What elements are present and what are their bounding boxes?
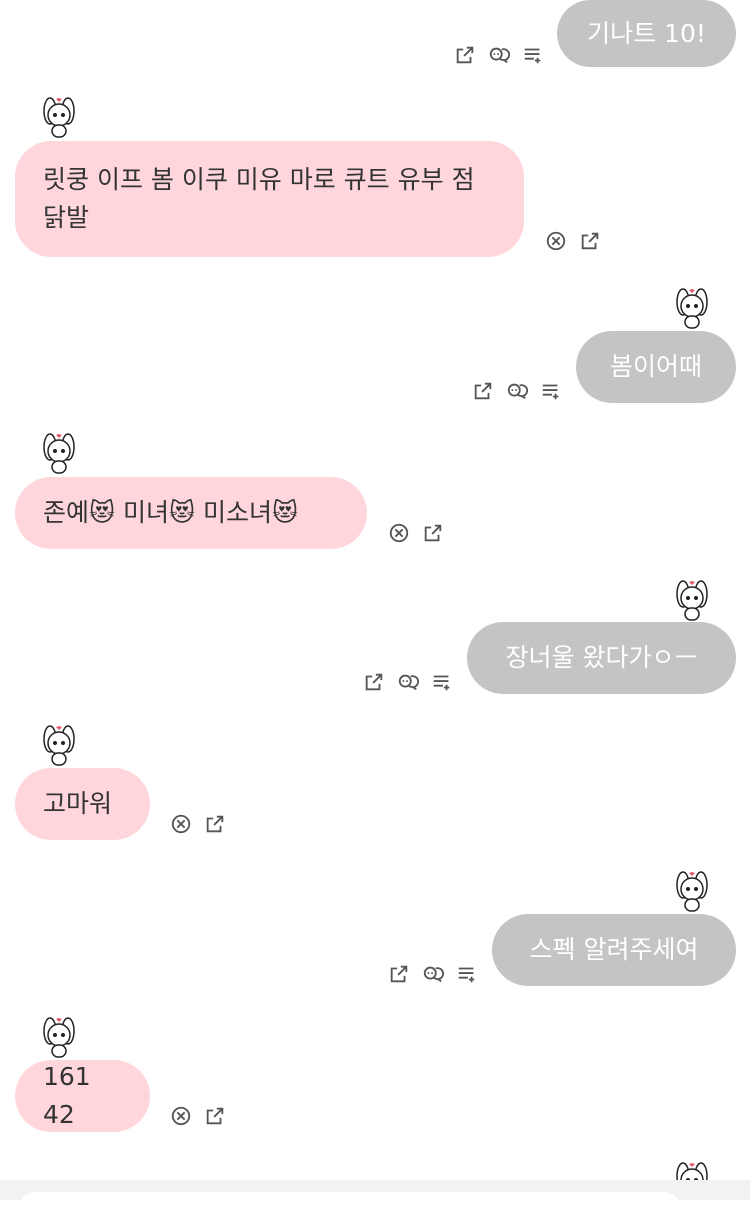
share-icon[interactable] <box>363 671 385 693</box>
bot-avatar <box>35 721 83 769</box>
user-message-bubble[interactable]: 장너울 왔다가ㅇㅡ <box>467 622 736 694</box>
bot-avatar <box>668 576 716 624</box>
bot-message-bubble[interactable]: 고마워 <box>15 768 150 840</box>
close-circle-icon[interactable] <box>388 522 410 544</box>
comment-icon[interactable] <box>397 671 419 693</box>
message-text: 161 42 <box>43 1062 91 1129</box>
add-to-list-icon[interactable] <box>431 671 453 693</box>
share-icon[interactable] <box>422 522 444 544</box>
message-text: 존예😻 미녀😻 미소녀😻 <box>43 498 299 527</box>
bot-message-bubble[interactable]: 161 42 <box>15 1060 150 1132</box>
add-to-list-icon[interactable] <box>456 963 478 985</box>
share-icon[interactable] <box>579 230 601 252</box>
add-to-list-icon[interactable] <box>540 380 562 402</box>
user-message-bubble[interactable]: 봄이어때 <box>576 331 736 403</box>
message-text: 스펙 알려주세여 <box>529 935 699 964</box>
share-icon[interactable] <box>454 44 476 66</box>
message-text: 장너울 왔다가ㅇㅡ <box>505 643 698 672</box>
close-circle-icon[interactable] <box>170 813 192 835</box>
bot-message-actions <box>170 1104 226 1128</box>
message-text: 기나트 10! <box>587 18 706 48</box>
comment-icon[interactable] <box>506 380 528 402</box>
bot-avatar <box>668 867 716 915</box>
share-icon[interactable] <box>388 963 410 985</box>
message-text: 고마워 <box>43 789 113 818</box>
comment-icon[interactable] <box>422 963 444 985</box>
message-text: 봄이어때 <box>609 352 702 381</box>
bot-message-actions <box>170 812 226 836</box>
bot-avatar <box>35 1013 83 1061</box>
close-circle-icon[interactable] <box>545 230 567 252</box>
user-message-actions <box>472 379 562 403</box>
comment-icon[interactable] <box>488 44 510 66</box>
bot-message-bubble[interactable]: 존예😻 미녀😻 미소녀😻 <box>15 477 367 549</box>
message-input[interactable] <box>20 1192 680 1222</box>
bot-avatar <box>35 93 83 141</box>
bot-message-actions <box>388 521 444 545</box>
user-message-actions <box>454 43 544 67</box>
user-message-actions <box>388 962 478 986</box>
add-to-list-icon[interactable] <box>522 44 544 66</box>
user-message-bubble[interactable]: 스펙 알려주세여 <box>492 914 736 986</box>
bot-avatar <box>668 284 716 332</box>
user-message-bubble[interactable]: 기나트 10! <box>557 0 736 67</box>
bot-avatar <box>35 429 83 477</box>
close-circle-icon[interactable] <box>170 1105 192 1127</box>
share-icon[interactable] <box>472 380 494 402</box>
bot-message-bubble[interactable]: 릿쿵 이프 봄 이쿠 미유 마로 큐트 유부 점 닭발 <box>15 141 524 257</box>
message-text: 릿쿵 이프 봄 이쿠 미유 마로 큐트 유부 점 닭발 <box>43 165 475 232</box>
bot-message-actions <box>545 229 601 253</box>
share-icon[interactable] <box>204 813 226 835</box>
user-message-actions <box>363 670 453 694</box>
share-icon[interactable] <box>204 1105 226 1127</box>
